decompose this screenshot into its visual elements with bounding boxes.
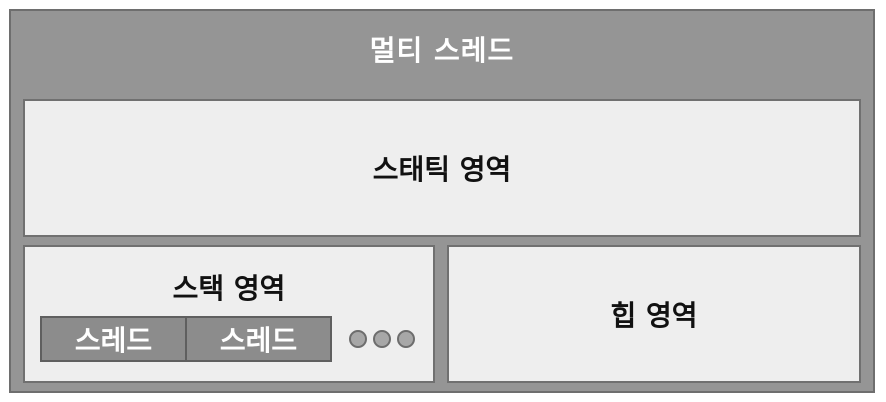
heap-area: 힙 영역 [447,245,861,383]
dot-icon [349,330,367,348]
diagram-title: 멀티 스레드 [369,34,515,67]
multi-thread-container: 멀티 스레드 스태틱 영역 스택 영역 스레드 스레드 힙 영역 [9,9,875,393]
ellipsis-dots [349,330,415,348]
stack-area: 스택 영역 스레드 스레드 [23,245,435,383]
dot-icon [373,330,391,348]
thread-box: 스레드 [74,324,153,357]
heap-area-label: 힙 영역 [610,299,698,332]
dot-icon [397,330,415,348]
thread-box: 스레드 [185,318,330,360]
static-area: 스태틱 영역 [23,99,861,237]
stack-area-label: 스택 영역 [172,272,286,305]
static-area-label: 스태틱 영역 [372,153,512,186]
thread-row: 스레드 스레드 [40,316,332,362]
